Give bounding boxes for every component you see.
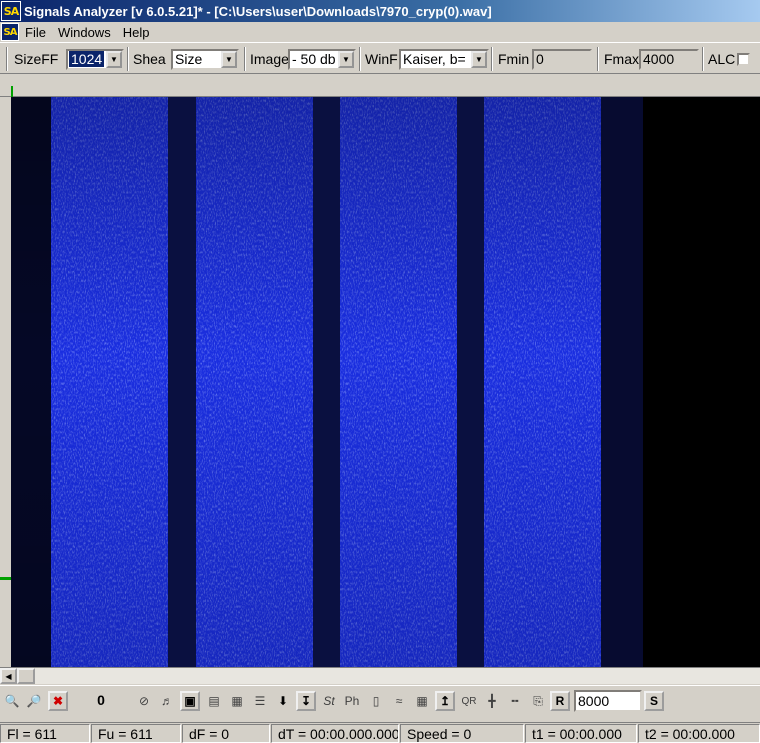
window-title: Signals Analyzer [v 6.0.5.21]* - [C:\Use… xyxy=(24,3,492,19)
mdi-child-logo-icon[interactable]: SA xyxy=(1,23,19,41)
close-x-icon[interactable]: ✖ xyxy=(48,691,68,711)
window-func-select[interactable]: Kaiser, b= ▼ xyxy=(399,48,489,70)
sheet-label: Shea xyxy=(133,51,166,67)
chevron-down-icon[interactable]: ▼ xyxy=(221,50,237,68)
toolbar-separator xyxy=(244,47,246,71)
alc-label: ALC xyxy=(708,51,736,67)
fmin-label: Fmin xyxy=(498,51,530,67)
frame-icon[interactable]: ▣ xyxy=(180,691,200,711)
sizefft-select[interactable]: 1024 ▼ xyxy=(66,48,124,70)
chevron-down-icon[interactable]: ▼ xyxy=(106,50,122,68)
image-label: Image xyxy=(250,51,288,67)
time-ruler[interactable] xyxy=(0,84,760,97)
equalizer-icon[interactable]: ☰ xyxy=(250,691,270,711)
export-icon[interactable]: ⎘ xyxy=(528,691,548,711)
arrow-up-icon[interactable]: ↥ xyxy=(435,691,455,711)
r-button[interactable]: R xyxy=(550,691,570,711)
fmax-label: Fmax xyxy=(604,51,639,67)
status-t1: t1 = 00:00.000 xyxy=(525,724,637,743)
menu-help[interactable]: Help xyxy=(117,25,156,40)
title-bar: SA Signals Analyzer [v 6.0.5.21]* - [C:\… xyxy=(0,0,760,22)
split-icon[interactable]: ╋ xyxy=(482,691,502,711)
stop-icon[interactable]: ⊘ xyxy=(134,691,154,711)
status-dt: dT = 00:00.000.000 xyxy=(271,724,399,743)
menu-windows[interactable]: Windows xyxy=(52,25,117,40)
status-df: dF = 0 xyxy=(182,724,270,743)
settings-toolbar: SizeFF 1024 ▼ Shea Size ▼ Image - 50 db … xyxy=(0,42,760,74)
scroll-left-icon[interactable]: ◀ xyxy=(0,668,17,684)
marker-down-icon[interactable]: ↧ xyxy=(296,691,316,711)
horizontal-scrollbar[interactable]: ◀ xyxy=(0,667,760,684)
qr-icon[interactable]: QR xyxy=(459,691,479,711)
fmin-field[interactable]: 0 xyxy=(532,48,592,70)
filter-icon[interactable]: ▤ xyxy=(204,691,224,711)
toolbar-separator xyxy=(127,47,129,71)
status-fl: Fl = 611 xyxy=(0,724,90,743)
spectrogram-image xyxy=(11,97,760,667)
scroll-thumb[interactable] xyxy=(17,668,35,684)
frequency-margin[interactable] xyxy=(0,97,11,667)
menu-bar: SA File Windows Help xyxy=(0,22,760,42)
toolbar-separator xyxy=(597,47,599,71)
image-db-select[interactable]: - 50 db ▼ xyxy=(288,48,356,70)
toolbar-separator xyxy=(6,47,8,71)
position-counter: 0 xyxy=(97,692,105,708)
toolbar-separator xyxy=(702,47,704,71)
app-logo-icon: SA xyxy=(1,1,21,21)
fmax-field[interactable]: 4000 xyxy=(639,48,699,70)
status-t2: t2 = 00:00.000 xyxy=(638,724,760,743)
s-button[interactable]: S xyxy=(644,691,664,711)
chevron-down-icon[interactable]: ▼ xyxy=(471,50,487,68)
down-arrow-icon[interactable]: ⬇ xyxy=(273,691,293,711)
frequency-marker[interactable] xyxy=(0,577,11,580)
ruler-marker[interactable] xyxy=(11,86,13,97)
status-fu: Fu = 611 xyxy=(91,724,181,743)
zoom-in-icon[interactable]: 🔍 xyxy=(2,691,22,711)
zoom-out-icon[interactable]: 🔎 xyxy=(24,691,44,711)
sample-rate-field[interactable]: 8000 xyxy=(574,690,642,712)
speaker-icon[interactable]: ♬ xyxy=(157,691,177,711)
filter2-icon[interactable]: ▦ xyxy=(227,691,247,711)
bars-icon[interactable]: ▯ xyxy=(366,691,386,711)
toolbar-separator xyxy=(359,47,361,71)
alc-checkbox[interactable] xyxy=(737,52,751,66)
playback-toolbar: 🔍 🔎 ✖ 0 ⊘ ♬ ▣ ▤ ▦ ☰ ⬇ ↧ St Ph ▯ ≈ ▦ ↥ QR… xyxy=(0,685,760,715)
spectrogram-view[interactable] xyxy=(11,97,760,667)
status-bar: Fl = 611 Fu = 611 dF = 0 dT = 00:00.000.… xyxy=(0,722,760,743)
sheet-select[interactable]: Size ▼ xyxy=(171,48,239,70)
st-icon[interactable]: St xyxy=(319,691,339,711)
comb-icon[interactable]: ▦ xyxy=(412,691,432,711)
wave-icon[interactable]: ≈ xyxy=(389,691,409,711)
menu-file[interactable]: File xyxy=(19,25,52,40)
ph-icon[interactable]: Ph xyxy=(342,691,362,711)
status-speed: Speed = 0 xyxy=(400,724,524,743)
split2-icon[interactable]: ╍ xyxy=(505,691,525,711)
toolbar-separator xyxy=(491,47,493,71)
window-func-label: WinF xyxy=(365,51,398,67)
chevron-down-icon[interactable]: ▼ xyxy=(338,50,354,68)
sizefft-label: SizeFF xyxy=(14,51,59,67)
